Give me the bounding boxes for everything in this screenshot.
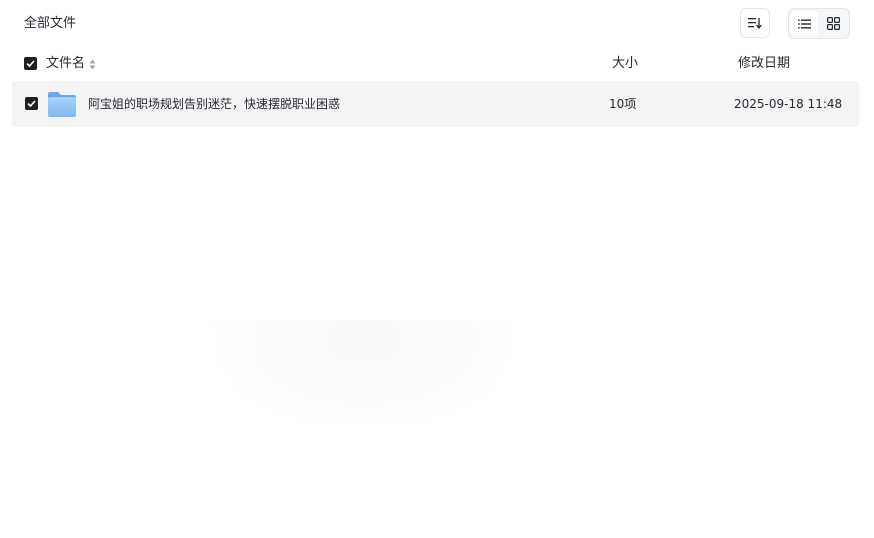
folder-icon bbox=[48, 92, 76, 117]
checkmark-icon bbox=[27, 100, 36, 107]
row-modified-date: 2025-09-18 11:48 bbox=[734, 97, 843, 111]
grid-view-button[interactable] bbox=[820, 11, 847, 36]
table-header: 文件名 大小 修改日期 bbox=[0, 52, 874, 76]
table-row[interactable]: 阿宝姐的职场规划告别迷茫，快速摆脱职业困惑 10项 2025-09-18 11:… bbox=[12, 81, 859, 127]
list-view-icon bbox=[798, 19, 811, 28]
column-header-name[interactable]: 文件名 bbox=[46, 54, 96, 74]
column-name-label: 文件名 bbox=[46, 56, 86, 71]
background-glow bbox=[215, 320, 513, 424]
list-view-button[interactable] bbox=[791, 11, 818, 36]
breadcrumb[interactable]: 全部文件 bbox=[24, 14, 76, 34]
row-file-name: 阿宝姐的职场规划告别迷茫，快速摆脱职业困惑 bbox=[88, 97, 341, 111]
column-header-date[interactable]: 修改日期 bbox=[738, 54, 790, 74]
sort-button[interactable] bbox=[740, 8, 770, 38]
checkmark-icon bbox=[26, 60, 35, 67]
view-toggle bbox=[788, 8, 850, 39]
file-list-header: 全部文件 bbox=[0, 0, 874, 48]
sort-icon bbox=[748, 18, 762, 29]
row-checkbox[interactable] bbox=[25, 97, 38, 110]
grid-view-icon bbox=[827, 17, 840, 30]
column-header-size[interactable]: 大小 bbox=[612, 54, 638, 74]
row-file-size: 10项 bbox=[609, 97, 637, 111]
select-all-checkbox[interactable] bbox=[24, 57, 37, 70]
sort-toggle-icon bbox=[89, 59, 96, 69]
